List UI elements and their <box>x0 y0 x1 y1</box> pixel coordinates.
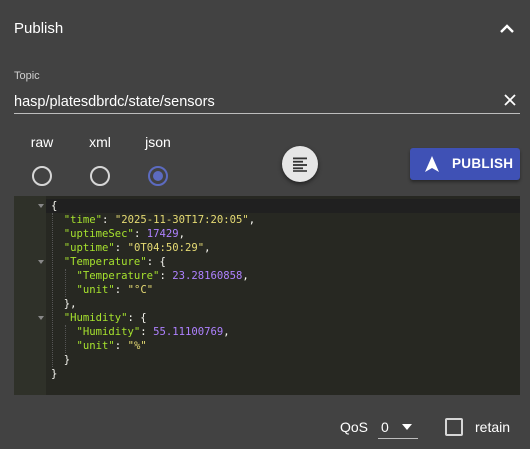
format-label-xml: xml <box>89 134 111 150</box>
qos-select[interactable]: 0 <box>378 413 418 439</box>
code-token: 17429 <box>146 228 179 240</box>
code-token: "0T04:50:29" <box>127 242 205 254</box>
format-option-xml[interactable]: xml <box>75 134 125 194</box>
code-token: : <box>114 340 128 352</box>
format-align-left-icon <box>293 157 307 172</box>
chevron-up-icon[interactable] <box>499 22 515 36</box>
publish-button[interactable]: PUBLISH <box>410 148 520 180</box>
code-token: }, <box>51 298 77 310</box>
topic-input[interactable] <box>14 90 520 114</box>
code-line: "Temperature": 23.28160858, <box>46 269 520 283</box>
code-line: "Temperature": { <box>46 255 520 269</box>
code-line: { <box>46 199 520 213</box>
editor-code-area[interactable]: { "time": "2025-11-30T17:20:05", "uptime… <box>46 196 520 395</box>
code-token: "uptimeSec" <box>63 228 134 240</box>
code-line: "Humidity": 55.11100769, <box>46 325 520 339</box>
code-token: "time" <box>63 214 103 226</box>
retain-checkbox[interactable] <box>445 418 463 436</box>
format-option-raw[interactable]: raw <box>17 134 67 194</box>
code-line: } <box>46 353 520 367</box>
code-token: "Temperature" <box>76 270 160 282</box>
code-line: "unit": "%" <box>46 339 520 353</box>
code-token: 23.28160858 <box>172 270 243 282</box>
navigation-arrow-icon <box>425 156 439 172</box>
code-token: "Temperature" <box>63 256 147 268</box>
code-token: { <box>51 200 58 212</box>
code-token: , <box>242 270 249 282</box>
code-token: } <box>51 368 58 380</box>
code-token: "2025-11-30T17:20:05" <box>114 214 249 226</box>
code-token: : <box>159 270 173 282</box>
publish-panel-header[interactable]: Publish <box>0 0 530 58</box>
code-token: , <box>223 326 230 338</box>
code-token: : <box>114 284 128 296</box>
qos-label: QoS <box>340 419 369 435</box>
topic-label: Topic <box>14 70 40 82</box>
code-line: "time": "2025-11-30T17:20:05", <box>46 213 520 227</box>
payload-editor[interactable]: { "time": "2025-11-30T17:20:05", "uptime… <box>14 196 520 395</box>
indent-guide <box>64 325 66 353</box>
indent-guide <box>52 213 53 367</box>
fold-toggle-icon[interactable] <box>38 203 44 209</box>
fold-toggle-icon[interactable] <box>38 259 44 265</box>
code-line: "unit": "°C" <box>46 283 520 297</box>
format-code-button[interactable] <box>282 146 318 182</box>
code-token: : { <box>146 256 166 268</box>
code-line: "uptimeSec": 17429, <box>46 227 520 241</box>
code-token: : { <box>127 312 147 324</box>
editor-gutter <box>14 196 46 395</box>
code-token: "Humidity" <box>76 326 141 338</box>
code-line: "uptime": "0T04:50:29", <box>46 241 520 255</box>
format-option-json[interactable]: json <box>133 134 183 194</box>
code-line: }, <box>46 297 520 311</box>
code-line: } <box>46 367 520 381</box>
code-token: : <box>140 326 154 338</box>
indent-guide <box>64 269 66 297</box>
code-token: , <box>248 214 256 226</box>
code-token: , <box>178 228 185 240</box>
qos-value: 0 <box>381 419 389 435</box>
fold-toggle-icon[interactable] <box>38 315 44 321</box>
code-token: , <box>204 242 211 254</box>
code-token: "uptime" <box>63 242 115 254</box>
close-icon[interactable] <box>503 93 517 107</box>
code-token: "%" <box>127 340 147 352</box>
code-token: "unit" <box>76 340 115 352</box>
radio-raw[interactable] <box>32 166 52 186</box>
retain-label: retain <box>475 419 511 435</box>
code-token: "°C" <box>127 284 154 296</box>
code-token: } <box>51 354 71 366</box>
format-label-json: json <box>145 134 171 150</box>
code-line: "Humidity": { <box>46 311 520 325</box>
dropdown-arrow-icon <box>402 424 412 430</box>
radio-xml[interactable] <box>90 166 110 186</box>
radio-json[interactable] <box>148 166 168 186</box>
publish-button-label: PUBLISH <box>452 156 514 171</box>
panel-title: Publish <box>14 20 64 37</box>
code-token: "unit" <box>76 284 115 296</box>
code-token: 55.11100769 <box>153 326 224 338</box>
code-token: : <box>133 228 147 240</box>
code-token: "Humidity" <box>63 312 128 324</box>
code-token: : <box>114 242 128 254</box>
code-token: : <box>102 214 115 226</box>
format-label-raw: raw <box>30 134 54 150</box>
